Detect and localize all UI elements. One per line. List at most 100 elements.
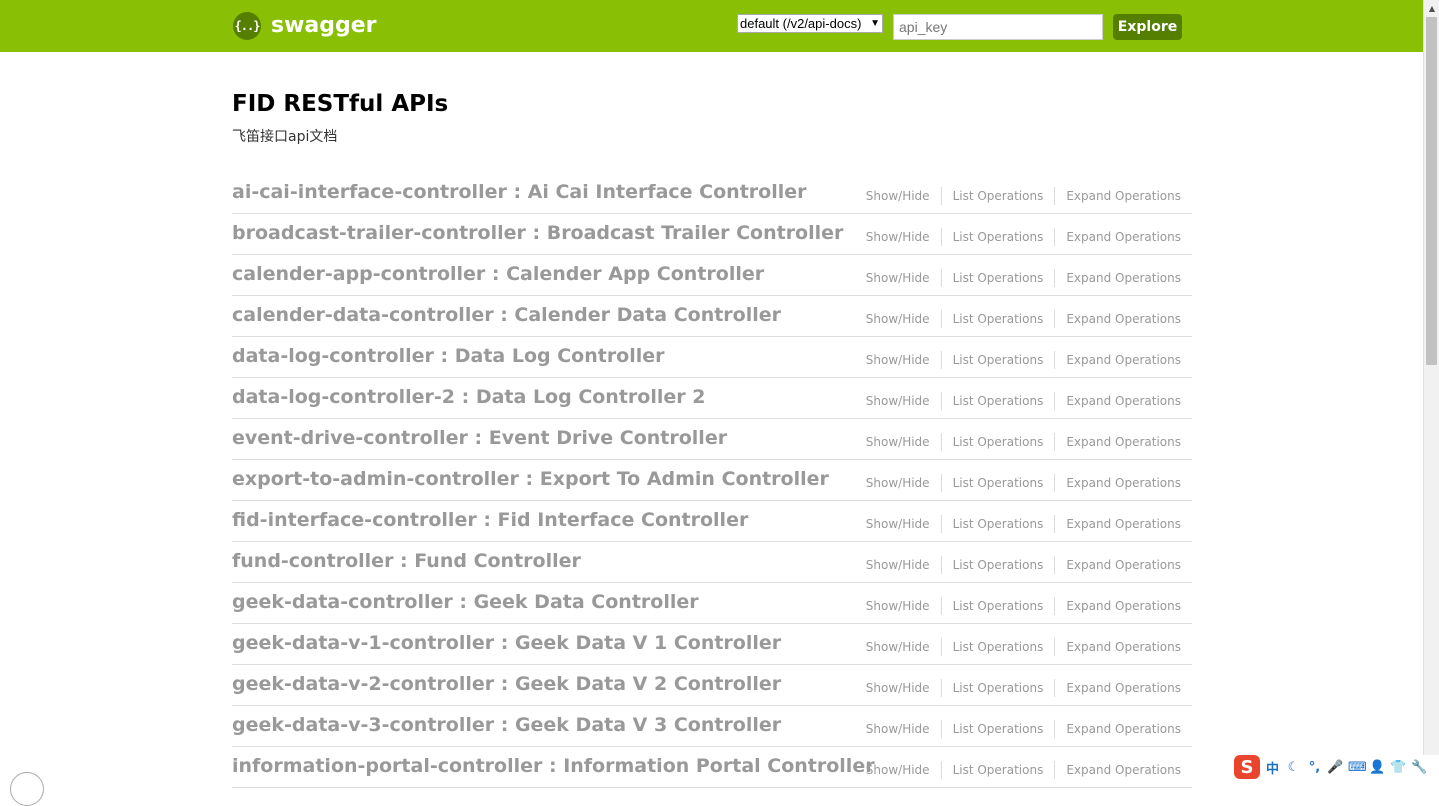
expand-operations-link[interactable]: Expand Operations (1055, 761, 1192, 779)
expand-operations-link[interactable]: Expand Operations (1055, 433, 1192, 451)
expand-operations-link[interactable]: Expand Operations (1055, 556, 1192, 574)
resource-options: Show/Hide List Operations Expand Operation… (855, 720, 1192, 738)
resource-row: fid-interface-controller : Fid Interface… (232, 501, 1192, 542)
resource-options: Show/Hide List Operations Expand Operation… (855, 310, 1192, 328)
resource-title-link[interactable]: data-log-controller-2 : Data Log Control… (232, 385, 705, 409)
expand-operations-link[interactable]: Expand Operations (1055, 310, 1192, 328)
resource-title-link[interactable]: data-log-controller : Data Log Controlle… (232, 344, 665, 368)
punctuation-icon[interactable]: °, (1306, 760, 1323, 775)
resource-title-link[interactable]: export-to-admin-controller : Export To A… (232, 467, 829, 491)
list-operations-link[interactable]: List Operations (942, 351, 1056, 369)
keyboard-icon[interactable]: ⌨ (1348, 760, 1367, 775)
scroll-up-icon[interactable]: ▲ (1424, 0, 1439, 16)
resource-options: Show/Hide List Operations Expand Operation… (855, 515, 1192, 533)
header-bar: {..} swagger default (/v2/api-docs) ▼ Ex… (0, 0, 1423, 52)
list-operations-link[interactable]: List Operations (942, 392, 1056, 410)
show-hide-link[interactable]: Show/Hide (855, 515, 942, 533)
show-hide-link[interactable]: Show/Hide (855, 433, 942, 451)
resource-options: Show/Hide List Operations Expand Operation… (855, 392, 1192, 410)
list-operations-link[interactable]: List Operations (942, 269, 1056, 287)
swagger-logo[interactable]: {..} swagger (233, 12, 377, 40)
resource-options: Show/Hide List Operations Expand Operation… (855, 187, 1192, 205)
api-key-input[interactable] (893, 14, 1103, 40)
list-operations-link[interactable]: List Operations (942, 720, 1056, 738)
resource-title-link[interactable]: calender-app-controller : Calender App C… (232, 262, 764, 286)
list-operations-link[interactable]: List Operations (942, 310, 1056, 328)
spec-select[interactable]: default (/v2/api-docs) ▼ (737, 14, 883, 33)
floating-button[interactable] (10, 772, 44, 806)
expand-operations-link[interactable]: Expand Operations (1055, 679, 1192, 697)
list-operations-link[interactable]: List Operations (942, 761, 1056, 779)
dropdown-arrow-icon: ▼ (870, 18, 880, 29)
resource-options: Show/Hide List Operations Expand Operation… (855, 228, 1192, 246)
resource-row: data-log-controller : Data Log Controlle… (232, 337, 1192, 378)
show-hide-link[interactable]: Show/Hide (855, 761, 942, 779)
skin-icon[interactable]: 👕 (1390, 760, 1407, 775)
page-title: FID RESTful APIs (232, 91, 449, 117)
ime-mode-indicator[interactable]: 中 (1264, 758, 1281, 777)
show-hide-link[interactable]: Show/Hide (855, 269, 942, 287)
show-hide-link[interactable]: Show/Hide (855, 392, 942, 410)
show-hide-link[interactable]: Show/Hide (855, 720, 942, 738)
list-operations-link[interactable]: List Operations (942, 597, 1056, 615)
list-operations-link[interactable]: List Operations (942, 474, 1056, 492)
expand-operations-link[interactable]: Expand Operations (1055, 638, 1192, 656)
resource-title-link[interactable]: event-drive-controller : Event Drive Con… (232, 426, 727, 450)
resource-title-link[interactable]: fund-controller : Fund Controller (232, 549, 581, 573)
resource-title-link[interactable]: fid-interface-controller : Fid Interface… (232, 508, 748, 532)
expand-operations-link[interactable]: Expand Operations (1055, 228, 1192, 246)
expand-operations-link[interactable]: Expand Operations (1055, 392, 1192, 410)
resource-title-link[interactable]: ai-cai-interface-controller : Ai Cai Int… (232, 180, 806, 204)
resource-row: information-portal-controller : Informat… (232, 747, 1192, 788)
list-operations-link[interactable]: List Operations (942, 515, 1056, 533)
resource-title-link[interactable]: information-portal-controller : Informat… (232, 754, 875, 778)
expand-operations-link[interactable]: Expand Operations (1055, 269, 1192, 287)
ime-logo-icon[interactable]: S (1234, 755, 1260, 779)
resource-title-link[interactable]: geek-data-v-2-controller : Geek Data V 2… (232, 672, 781, 696)
resource-row: geek-data-v-3-controller : Geek Data V 3… (232, 706, 1192, 747)
show-hide-link[interactable]: Show/Hide (855, 679, 942, 697)
user-icon[interactable]: 👤 (1369, 760, 1386, 775)
list-operations-link[interactable]: List Operations (942, 556, 1056, 574)
list-operations-link[interactable]: List Operations (942, 187, 1056, 205)
resource-title-link[interactable]: calender-data-controller : Calender Data… (232, 303, 781, 327)
show-hide-link[interactable]: Show/Hide (855, 351, 942, 369)
resource-row: geek-data-v-1-controller : Geek Data V 1… (232, 624, 1192, 665)
resource-options: Show/Hide List Operations Expand Operation… (855, 761, 1192, 779)
microphone-icon[interactable]: 🎤 (1327, 760, 1344, 775)
show-hide-link[interactable]: Show/Hide (855, 474, 942, 492)
expand-operations-link[interactable]: Expand Operations (1055, 351, 1192, 369)
resource-options: Show/Hide List Operations Expand Operation… (855, 597, 1192, 615)
expand-operations-link[interactable]: Expand Operations (1055, 597, 1192, 615)
list-operations-link[interactable]: List Operations (942, 679, 1056, 697)
resource-title-link[interactable]: geek-data-controller : Geek Data Control… (232, 590, 699, 614)
resource-title-link[interactable]: geek-data-v-1-controller : Geek Data V 1… (232, 631, 781, 655)
expand-operations-link[interactable]: Expand Operations (1055, 187, 1192, 205)
resource-options: Show/Hide List Operations Expand Operation… (855, 638, 1192, 656)
expand-operations-link[interactable]: Expand Operations (1055, 720, 1192, 738)
explore-button[interactable]: Explore (1113, 14, 1182, 40)
moon-icon[interactable]: ☾ (1285, 760, 1302, 775)
resource-row: export-to-admin-controller : Export To A… (232, 460, 1192, 501)
list-operations-link[interactable]: List Operations (942, 228, 1056, 246)
show-hide-link[interactable]: Show/Hide (855, 228, 942, 246)
page-description: 飞笛接口api文档 (232, 129, 338, 145)
expand-operations-link[interactable]: Expand Operations (1055, 474, 1192, 492)
show-hide-link[interactable]: Show/Hide (855, 556, 942, 574)
resource-options: Show/Hide List Operations Expand Operation… (855, 679, 1192, 697)
scrollbar-thumb[interactable] (1426, 17, 1437, 365)
spec-select-value: default (/v2/api-docs) (740, 16, 862, 31)
scrollbar[interactable]: ▲ ▼ (1423, 0, 1439, 779)
logo-text: swagger (271, 13, 377, 38)
show-hide-link[interactable]: Show/Hide (855, 187, 942, 205)
expand-operations-link[interactable]: Expand Operations (1055, 515, 1192, 533)
resource-title-link[interactable]: geek-data-v-3-controller : Geek Data V 3… (232, 713, 781, 737)
show-hide-link[interactable]: Show/Hide (855, 597, 942, 615)
list-operations-link[interactable]: List Operations (942, 638, 1056, 656)
resource-title-link[interactable]: broadcast-trailer-controller : Broadcast… (232, 221, 843, 245)
show-hide-link[interactable]: Show/Hide (855, 638, 942, 656)
wrench-icon[interactable]: 🔧 (1411, 760, 1428, 775)
show-hide-link[interactable]: Show/Hide (855, 310, 942, 328)
resource-options: Show/Hide List Operations Expand Operation… (855, 556, 1192, 574)
list-operations-link[interactable]: List Operations (942, 433, 1056, 451)
